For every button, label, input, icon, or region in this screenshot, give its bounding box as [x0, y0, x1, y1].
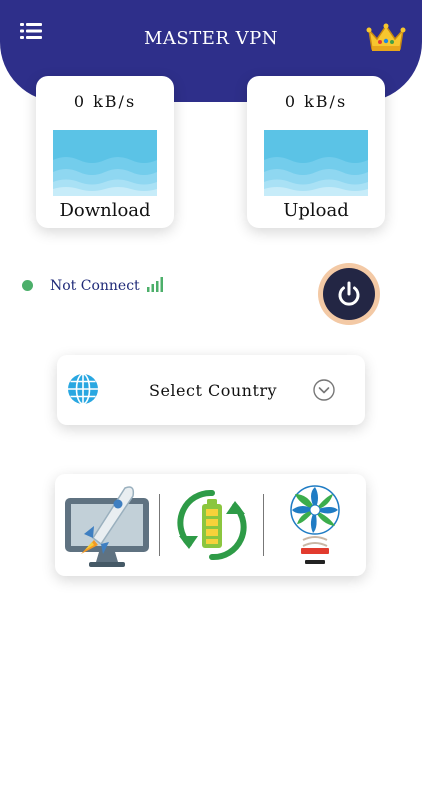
select-country-dropdown[interactable]: Select Country [57, 355, 365, 425]
power-button-inner [323, 268, 375, 320]
download-speed-value: 0 kB/s [73, 92, 137, 111]
battery-recycle-icon[interactable] [169, 482, 255, 568]
tool-divider [263, 494, 264, 556]
download-wave-image [53, 130, 157, 196]
status-indicator-dot [22, 280, 33, 291]
connect-power-button[interactable] [318, 263, 380, 325]
upload-speed-value: 0 kB/s [284, 92, 348, 111]
signal-strength-icon [147, 277, 163, 292]
download-speed-card: 0 kB/s Download [36, 76, 174, 228]
rocket-monitor-icon[interactable] [63, 482, 151, 568]
upload-speed-card: 0 kB/s Upload [247, 76, 385, 228]
select-country-label: Select Country [149, 381, 278, 400]
crown-icon[interactable] [366, 22, 406, 54]
upload-wave-image [264, 130, 368, 196]
app-title: MASTER VPN [143, 28, 279, 49]
upload-label: Upload [283, 200, 349, 221]
download-label: Download [59, 200, 151, 221]
tool-divider [159, 494, 160, 556]
chevron-down-icon [313, 379, 335, 401]
power-icon [338, 281, 360, 306]
tools-card [55, 474, 366, 576]
connection-status: Not Connect [50, 278, 140, 294]
globe-icon [68, 373, 98, 405]
cooling-fan-icon[interactable] [283, 482, 347, 568]
